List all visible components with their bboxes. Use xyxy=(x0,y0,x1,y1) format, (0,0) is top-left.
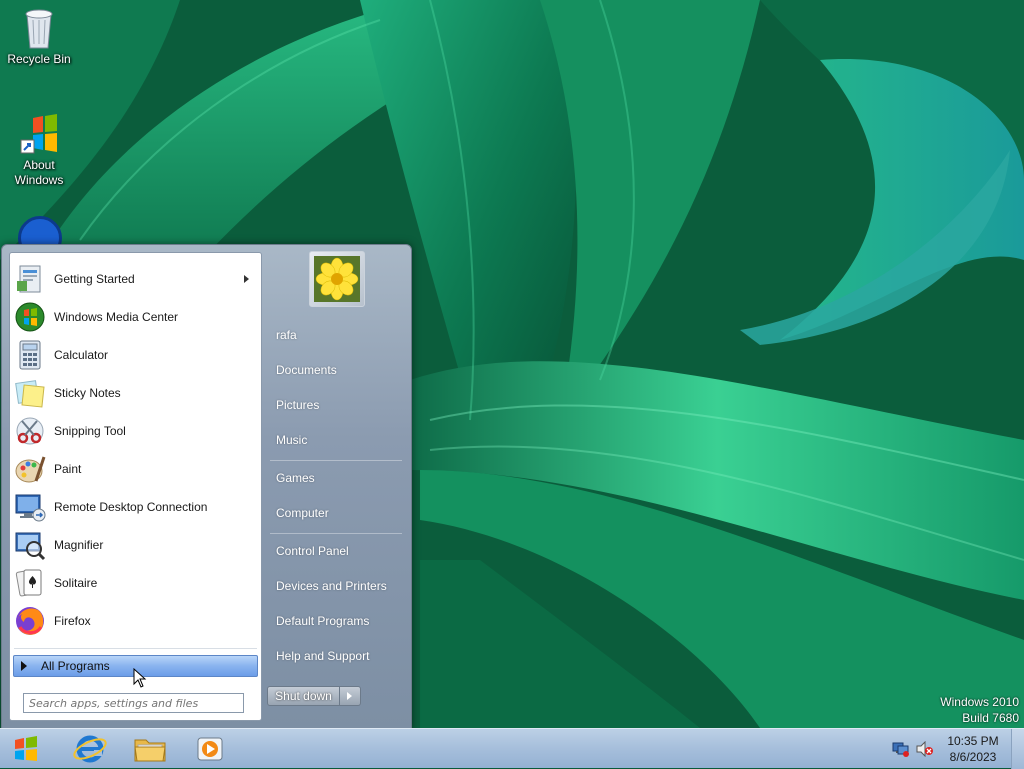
separator xyxy=(270,460,402,461)
program-label: Getting Started xyxy=(54,272,135,286)
remote-desktop-icon xyxy=(14,491,46,523)
show-desktop-button[interactable] xyxy=(1011,729,1024,769)
program-solitaire[interactable]: Solitaire xyxy=(12,565,259,601)
watermark-line1: Windows 2010 xyxy=(940,695,1019,709)
program-calculator[interactable]: Calculator xyxy=(12,337,259,373)
start-right-devices-printers[interactable]: Devices and Printers xyxy=(266,571,406,601)
firefox-icon xyxy=(14,605,46,637)
volume-muted-icon[interactable] xyxy=(916,740,934,758)
start-right-help-support[interactable]: Help and Support xyxy=(266,641,406,671)
submenu-arrow-icon xyxy=(244,275,249,283)
start-menu-programs-pane: Getting Started Windows Media Center Cal… xyxy=(9,252,262,721)
file-explorer-icon xyxy=(134,739,166,762)
program-label: Calculator xyxy=(54,348,109,362)
getting-started-icon xyxy=(14,263,46,295)
program-label: Snipping Tool xyxy=(54,424,126,438)
program-firefox[interactable]: Firefox xyxy=(12,603,259,639)
mouse-cursor-icon xyxy=(133,668,147,688)
all-programs-label: All Programs xyxy=(41,659,110,673)
start-right-games[interactable]: Games xyxy=(266,463,406,493)
program-getting-started[interactable]: Getting Started xyxy=(12,261,259,297)
shutdown-button[interactable]: Shut down xyxy=(267,686,340,706)
program-label: Firefox xyxy=(54,614,91,628)
taskbar-file-explorer[interactable] xyxy=(130,732,170,766)
calculator-icon xyxy=(14,339,46,371)
program-label: Remote Desktop Connection xyxy=(54,500,208,514)
desktop-icon-about-windows[interactable]: About Windows xyxy=(2,112,76,188)
user-picture[interactable] xyxy=(309,251,365,307)
media-player-icon xyxy=(197,737,223,761)
search-input[interactable] xyxy=(23,693,244,713)
program-remote-desktop[interactable]: Remote Desktop Connection xyxy=(12,489,259,525)
desktop-icon-label: Recycle Bin xyxy=(7,52,71,66)
windows-logo-icon xyxy=(19,112,59,156)
clock-date: 8/6/2023 xyxy=(949,750,997,764)
separator xyxy=(14,648,257,649)
paint-palette-icon xyxy=(14,453,46,485)
program-label: Sticky Notes xyxy=(54,386,121,400)
scissors-icon xyxy=(14,415,46,447)
network-icon[interactable] xyxy=(892,741,910,757)
taskbar-internet-explorer[interactable] xyxy=(70,732,110,766)
taskbar: 10:35 PM 8/6/2023 xyxy=(0,728,1024,769)
separator xyxy=(270,533,402,534)
start-right-default-programs[interactable]: Default Programs xyxy=(266,606,406,636)
program-magnifier[interactable]: Magnifier xyxy=(12,527,259,563)
start-right-control-panel[interactable]: Control Panel xyxy=(266,536,406,566)
start-menu: Getting Started Windows Media Center Cal… xyxy=(1,244,412,730)
start-button[interactable] xyxy=(6,732,46,766)
program-label: Magnifier xyxy=(54,538,104,552)
clock-time: 10:35 PM xyxy=(947,734,999,748)
program-sticky-notes[interactable]: Sticky Notes xyxy=(12,375,259,411)
start-right-computer[interactable]: Computer xyxy=(266,498,406,528)
flower-avatar-icon xyxy=(314,256,360,302)
start-right-documents[interactable]: Documents xyxy=(266,355,406,385)
sticky-notes-icon xyxy=(14,377,46,409)
shutdown-options-button[interactable] xyxy=(340,686,361,706)
recycle-bin-icon xyxy=(19,6,59,50)
start-right-pictures[interactable]: Pictures xyxy=(266,390,406,420)
build-watermark: Windows 2010 Build 7680 xyxy=(940,694,1019,726)
magnifier-icon xyxy=(14,529,46,561)
desktop-icon-recycle-bin[interactable]: Recycle Bin xyxy=(2,6,76,67)
internet-explorer-icon xyxy=(73,735,107,763)
media-center-icon xyxy=(14,301,46,333)
program-paint[interactable]: Paint xyxy=(12,451,259,487)
watermark-line2: Build 7680 xyxy=(962,711,1019,725)
program-snipping-tool[interactable]: Snipping Tool xyxy=(12,413,259,449)
start-right-user[interactable]: rafa xyxy=(266,320,406,350)
program-windows-media-center[interactable]: Windows Media Center xyxy=(12,299,259,335)
system-clock[interactable]: 10:35 PM 8/6/2023 xyxy=(940,733,1006,765)
desktop-icon-label: About Windows xyxy=(14,158,64,187)
program-label: Paint xyxy=(54,462,82,476)
start-right-music[interactable]: Music xyxy=(266,425,406,455)
desktop-icon-partial[interactable] xyxy=(18,216,62,244)
taskbar-media-player[interactable] xyxy=(190,732,230,766)
program-label: Windows Media Center xyxy=(54,310,179,324)
program-label: Solitaire xyxy=(54,576,98,590)
arrow-right-icon xyxy=(21,661,27,671)
playing-card-icon xyxy=(14,567,46,599)
windows-logo-icon xyxy=(15,736,37,761)
